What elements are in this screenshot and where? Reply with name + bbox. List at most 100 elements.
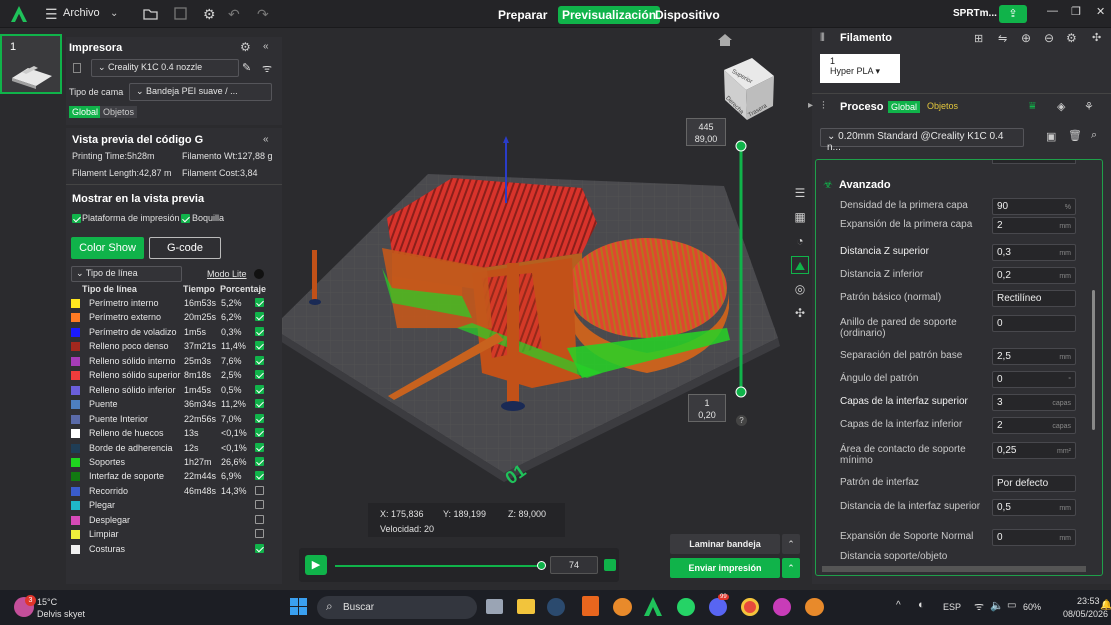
line-type-checkbox[interactable] xyxy=(255,384,264,394)
color-swatch[interactable] xyxy=(71,385,80,395)
battery-icon[interactable]: ▭ xyxy=(1007,600,1016,611)
color-swatch[interactable] xyxy=(71,429,80,439)
scrolled-input[interactable] xyxy=(992,160,1076,164)
param-input[interactable]: 0,3 mm xyxy=(992,244,1076,261)
arrange-icon[interactable]: ✣ xyxy=(791,304,809,322)
color-swatch[interactable] xyxy=(71,342,80,352)
layer-slider-bottom-handle[interactable] xyxy=(735,386,747,398)
lite-mode-toggle[interactable] xyxy=(254,269,264,279)
slice-options-icon[interactable]: ⌃ xyxy=(782,534,800,554)
windows-start-icon[interactable] xyxy=(290,598,307,615)
color-swatch[interactable] xyxy=(71,457,80,467)
support-painting-icon[interactable]: ⛰ xyxy=(791,256,809,274)
delete-preset-icon[interactable]: 🗑 xyxy=(1068,129,1082,142)
line-type-checkbox[interactable] xyxy=(255,514,264,524)
param-input[interactable]: 0 xyxy=(992,315,1076,332)
scrollbar[interactable] xyxy=(1092,290,1095,430)
tab-prepare[interactable]: Preparar xyxy=(494,6,551,24)
home-icon[interactable] xyxy=(718,34,732,46)
color-swatch[interactable] xyxy=(71,371,80,381)
tray-app-icon[interactable]: ◐ xyxy=(918,599,925,611)
tab-objects[interactable]: Objetos xyxy=(100,106,138,118)
notification-bell-icon[interactable]: 🔔 xyxy=(1100,600,1111,611)
collapse-icon[interactable]: « xyxy=(263,41,269,52)
play-button[interactable]: ▶ xyxy=(305,555,327,575)
whatsapp-icon[interactable] xyxy=(677,598,695,616)
send-options-icon[interactable]: ⌃ xyxy=(782,558,800,578)
line-type-select[interactable]: ⌄ Tipo de línea xyxy=(71,266,182,282)
filament-grid-icon[interactable]: ⊞ xyxy=(974,32,983,45)
param-input[interactable]: 2 mm xyxy=(992,217,1076,234)
param-input[interactable]: 0,5 mm xyxy=(992,499,1076,516)
process-tab-global[interactable]: Global xyxy=(888,101,921,113)
line-type-checkbox[interactable] xyxy=(255,543,264,553)
line-type-checkbox[interactable] xyxy=(255,442,264,452)
param-input[interactable]: 3 capas xyxy=(992,394,1076,411)
volume-icon[interactable]: 🔈 xyxy=(990,599,1004,612)
line-type-checkbox[interactable] xyxy=(255,456,264,466)
printer-settings-icon[interactable]: ⚙ xyxy=(240,40,251,54)
fusion-app-icon[interactable] xyxy=(582,596,599,616)
file-explorer-icon[interactable] xyxy=(517,599,535,614)
line-type-checkbox[interactable] xyxy=(255,500,264,510)
param-input[interactable]: 0,2 mm xyxy=(992,267,1076,284)
help-icon[interactable]: ? xyxy=(736,415,747,426)
color-swatch[interactable] xyxy=(71,313,80,323)
tab-preview[interactable]: Previsualización xyxy=(558,6,661,24)
printer-select[interactable]: ⌄ Creality K1C 0.4 nozzle xyxy=(91,59,239,77)
color-swatch[interactable] xyxy=(71,299,80,308)
color-swatch[interactable] xyxy=(71,515,80,525)
tab-global[interactable]: Global xyxy=(69,106,102,118)
param-input[interactable]: Por defecto xyxy=(992,475,1076,492)
color-swatch[interactable] xyxy=(71,486,80,496)
chevron-down-icon[interactable]: ⌄ xyxy=(110,0,118,28)
param-input[interactable]: 2,5 mm xyxy=(992,348,1076,365)
line-type-checkbox[interactable] xyxy=(255,529,264,539)
close-icon[interactable]: ✕ xyxy=(1096,5,1105,18)
filament-slot[interactable]: 1 Hyper PLA ▾ xyxy=(820,54,900,83)
param-input[interactable]: 0,25 mm² xyxy=(992,442,1076,459)
grid-view-icon[interactable]: ▦ xyxy=(791,208,809,226)
search-box[interactable]: ⌕ Buscar xyxy=(317,596,477,619)
filament-collapse-icon[interactable]: ✣ xyxy=(1092,31,1101,44)
line-type-checkbox[interactable] xyxy=(255,485,264,495)
tray-chevron-icon[interactable]: ^ xyxy=(896,600,901,611)
maximize-icon[interactable]: ❐ xyxy=(1071,5,1081,18)
process-tab-objects[interactable]: Objetos xyxy=(927,101,958,111)
horizontal-scrollbar[interactable] xyxy=(822,566,1086,572)
search-icon[interactable]: ⌕ xyxy=(1091,129,1097,142)
param-input[interactable]: 90% xyxy=(992,198,1076,215)
line-type-checkbox[interactable] xyxy=(255,413,264,423)
layers-icon[interactable]: ☰ xyxy=(791,184,809,202)
color-show-button[interactable]: Color Show xyxy=(71,237,144,259)
process-compare-icon[interactable]: ◈ xyxy=(1057,100,1065,113)
chrome-icon[interactable] xyxy=(741,598,759,616)
save-preset-icon[interactable]: ▣ xyxy=(1046,130,1056,143)
process-reset-icon[interactable]: ⚘ xyxy=(1084,100,1094,113)
3d-viewport[interactable]: 01 Superior Derecha Trasera 445 89,00 1 … xyxy=(272,28,812,584)
slice-plate-button[interactable]: Laminar bandeja xyxy=(670,534,780,554)
target-icon[interactable]: ◎ xyxy=(791,280,809,298)
color-swatch[interactable] xyxy=(71,356,80,366)
lite-mode-link[interactable]: Modo Lite xyxy=(207,269,247,279)
process-preset-select[interactable]: ⌄ 0.20mm Standard @Creality K1C 0.4 n... xyxy=(820,128,1024,153)
plate-thumbnail[interactable]: 1 xyxy=(0,34,62,94)
build-plate-checkbox[interactable] xyxy=(72,214,81,223)
settings-gear-icon[interactable]: ⚙ xyxy=(203,0,216,28)
move-value-field[interactable]: 74 xyxy=(550,556,598,574)
cube-icon[interactable] xyxy=(604,559,616,571)
gcode-button[interactable]: G-code xyxy=(149,237,221,259)
color-swatch[interactable] xyxy=(71,414,80,424)
param-input[interactable]: 2 capas xyxy=(992,417,1076,434)
cloud-upload-button[interactable]: ⇪ xyxy=(999,5,1027,23)
creality-print-icon[interactable] xyxy=(643,596,663,618)
filament-settings-icon[interactable]: ⚙ xyxy=(1066,31,1077,45)
color-swatch[interactable] xyxy=(71,544,80,554)
redo-icon[interactable]: ↷ xyxy=(257,0,269,28)
steam-icon[interactable] xyxy=(547,598,565,616)
task-view-icon[interactable] xyxy=(486,599,503,614)
language-indicator[interactable]: ESP xyxy=(943,602,961,612)
filament-sync-icon[interactable]: ⇋ xyxy=(998,32,1007,45)
nozzle-checkbox[interactable] xyxy=(181,214,190,223)
save-icon[interactable] xyxy=(174,7,187,20)
